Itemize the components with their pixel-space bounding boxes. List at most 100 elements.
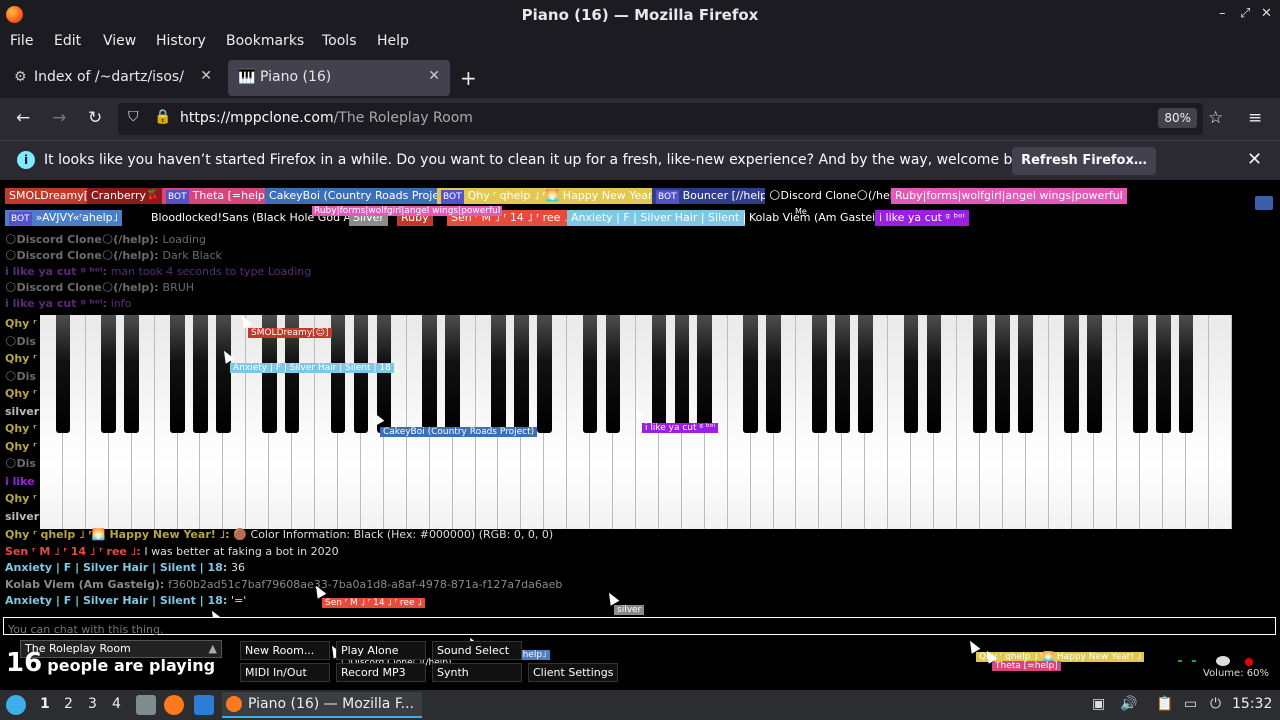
user-tag[interactable]: BOT Theta [=help] (162, 188, 274, 204)
chat-input[interactable] (4, 621, 1275, 638)
black-key[interactable] (1132, 315, 1148, 433)
black-key[interactable] (697, 315, 713, 433)
back-arrow-icon[interactable]: ← (16, 108, 30, 128)
tab-piano[interactable]: 🎹 Piano (16) ✕ (228, 60, 450, 96)
zoom-level[interactable]: 80% (1158, 108, 1197, 128)
menu-help[interactable]: Help (377, 33, 409, 49)
black-key[interactable] (193, 315, 208, 433)
tray-app-icon[interactable]: ▣ (1092, 696, 1105, 712)
black-key[interactable] (972, 315, 988, 433)
user-tag[interactable]: Anxiety | F | Silver Hair | Silent | 18 (567, 210, 768, 226)
black-key[interactable] (422, 315, 437, 433)
black-key[interactable] (491, 315, 506, 433)
user-tag[interactable]: BOT Qhy ʳ qhelp ˩ ʳ🌅 Happy New Year! ˩ (437, 188, 670, 204)
black-key[interactable] (353, 315, 369, 433)
url-bar[interactable]: ⛉ 🔒 https://mppclone.com/The Roleplay Ro… (118, 103, 1203, 135)
volume-knob[interactable] (1216, 656, 1230, 666)
menu-edit[interactable]: Edit (54, 33, 81, 49)
user-tag[interactable]: Kolab Viem (Am Gasteig) (745, 210, 891, 226)
close-tab-icon[interactable]: ✕ (428, 68, 440, 84)
menu-history[interactable]: History (156, 33, 206, 49)
close-notification-icon[interactable]: ✕ (1247, 149, 1262, 170)
black-key[interactable] (216, 315, 231, 433)
midi-button[interactable]: MIDI In/Out (240, 663, 330, 682)
url-text[interactable]: https://mppclone.com/The Roleplay Room (180, 110, 473, 126)
menu-bookmarks[interactable]: Bookmarks (226, 33, 304, 49)
forward-arrow-icon[interactable]: → (52, 108, 66, 128)
chat-input-box[interactable] (3, 617, 1276, 638)
minimize-button[interactable]: – (1219, 6, 1226, 21)
lock-icon[interactable]: 🔒 (154, 109, 171, 125)
black-key[interactable] (55, 315, 71, 433)
black-key[interactable] (582, 315, 598, 433)
black-key[interactable] (101, 315, 117, 433)
file-manager-icon[interactable] (136, 695, 156, 715)
start-menu-icon[interactable] (6, 695, 26, 715)
black-key[interactable] (1087, 315, 1102, 433)
reload-icon[interactable]: ↻ (88, 108, 102, 128)
clipboard-icon[interactable]: 📋 (1156, 696, 1173, 712)
black-key[interactable] (651, 315, 667, 433)
black-key[interactable] (605, 315, 621, 433)
display-icon[interactable]: ▭ (1184, 696, 1197, 712)
refresh-firefox-button[interactable]: Refresh Firefox… (1012, 147, 1156, 175)
user-tag[interactable]: BOT Bouncer [//help] (652, 188, 776, 204)
user-tag[interactable]: Cranberry🍒 (87, 188, 164, 204)
black-key[interactable] (1064, 315, 1079, 433)
black-key[interactable] (536, 315, 552, 433)
tab-label: Index of /~dartz/isos/ (34, 69, 184, 85)
black-key[interactable] (834, 315, 850, 433)
speaker-icon[interactable]: 🔊 (1120, 696, 1137, 712)
black-key[interactable] (445, 315, 460, 433)
piano-keyboard[interactable] (40, 315, 1232, 529)
user-tag[interactable]: BOT »AVJVY«ʳahelp˩ (5, 210, 123, 226)
record-mp3-button[interactable]: Record MP3 (336, 663, 426, 682)
menu-view[interactable]: View (103, 33, 136, 49)
black-key[interactable] (330, 315, 346, 433)
user-tag[interactable]: 🌕Discord Clone🌕(/help) (765, 188, 909, 204)
sound-select-button[interactable]: Sound Select (432, 641, 522, 660)
taskbar-task-firefox[interactable]: Piano (16) — Mozilla F... (222, 692, 422, 718)
close-tab-icon[interactable]: ✕ (200, 68, 212, 84)
black-key[interactable] (514, 315, 529, 433)
user-tag[interactable]: i like ya cut ᵍ ᵇᵒⁱ (875, 210, 969, 226)
white-key[interactable] (1209, 315, 1232, 529)
shield-icon[interactable]: ⛉ (128, 109, 139, 125)
menu-file[interactable]: File (10, 33, 33, 49)
bookmark-star-icon[interactable]: ☆ (1208, 108, 1223, 128)
black-key[interactable] (903, 315, 919, 433)
black-key[interactable] (926, 315, 942, 433)
play-alone-button[interactable]: Play Alone (336, 641, 426, 660)
new-room-button[interactable]: New Room... (240, 641, 330, 660)
workspace-4[interactable]: 4 (112, 696, 121, 712)
close-window-button[interactable]: ✕ (1261, 6, 1272, 21)
terminal-icon[interactable] (194, 695, 214, 715)
black-key[interactable] (995, 315, 1011, 433)
power-icon[interactable]: ⏻ (1210, 696, 1221, 712)
black-key[interactable] (766, 315, 781, 433)
black-key[interactable] (812, 315, 827, 433)
black-key[interactable] (170, 315, 185, 433)
workspace-3[interactable]: 3 (88, 696, 97, 712)
workspace-2[interactable]: 2 (64, 696, 73, 712)
user-tag[interactable]: CakeyBoi (Country Roads Project) (265, 188, 458, 204)
hamburger-menu-icon[interactable]: ≡ (1248, 108, 1262, 128)
black-key[interactable] (1155, 315, 1171, 433)
black-key[interactable] (674, 315, 690, 433)
black-key[interactable] (857, 315, 873, 433)
new-tab-button[interactable]: + (460, 66, 477, 90)
black-key[interactable] (1018, 315, 1033, 433)
menu-tools[interactable]: Tools (322, 33, 357, 49)
workspace-1[interactable]: 1 (40, 696, 50, 712)
black-key[interactable] (743, 315, 758, 433)
user-tag[interactable]: Ruby|forms|wolfgirl|angel wings|powerful (891, 188, 1127, 204)
record-indicator (1245, 658, 1253, 666)
maximize-button[interactable]: ⤢ (1240, 6, 1250, 21)
black-key[interactable] (1178, 315, 1194, 433)
client-settings-button[interactable]: Client Settings (528, 663, 618, 682)
firefox-launcher-icon[interactable] (164, 695, 184, 715)
black-key[interactable] (124, 315, 139, 433)
synth-button[interactable]: Synth (432, 663, 522, 682)
settings-toggle-icon[interactable] (1255, 196, 1273, 210)
tab-index-isos[interactable]: ⚙ Index of /~dartz/isos/ ✕ (2, 60, 222, 96)
